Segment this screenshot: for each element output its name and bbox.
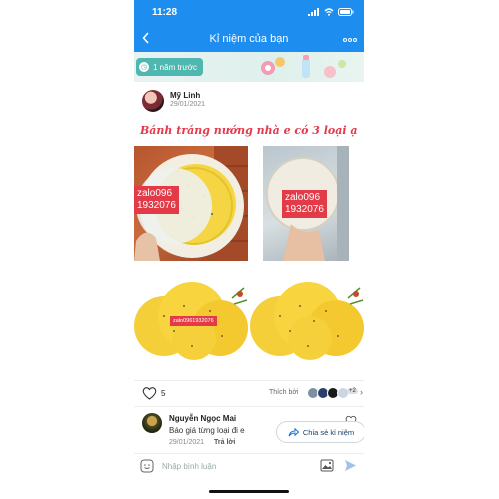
more-likers-badge[interactable]: +2	[347, 388, 358, 394]
watermark-text-1a: zalo096	[137, 188, 173, 199]
share-button-label: Chia sẻ kỉ niệm	[302, 427, 355, 437]
sticker-button[interactable]	[140, 459, 154, 478]
photo-button[interactable]	[320, 459, 334, 477]
watermark: zalo096 1932076	[282, 190, 327, 218]
watermark: zalo0961932076	[170, 316, 217, 326]
page-title: Kỉ niệm của bạn	[209, 33, 289, 45]
comment-item: Nguyễn Ngọc Mai Báo giá từng loại đi e 2…	[142, 413, 364, 453]
header-bar: Kỉ niệm của bạn	[134, 26, 364, 52]
status-icons	[308, 8, 354, 16]
baby-toys-illustration	[261, 55, 346, 78]
more-options-button[interactable]	[343, 33, 357, 45]
time-ago-badge: ◷ 1 năm trước	[136, 58, 203, 76]
watermark-text-2b: 1932076	[285, 204, 324, 215]
phone-screen: 11:28 Kỉ niệm của bạn ◷ 1 năm trước Mỹ L…	[134, 0, 364, 499]
like-button[interactable]	[142, 386, 157, 405]
post-date: 29/01/2021	[170, 101, 206, 108]
watermark: zalo096 1932076	[134, 186, 179, 214]
divider	[134, 406, 364, 407]
share-arrow-icon	[288, 427, 299, 436]
divider	[134, 380, 364, 381]
memory-banner: ◷ 1 năm trước	[134, 52, 364, 82]
battery-icon	[338, 8, 354, 16]
share-memory-button[interactable]: Chia sẻ kỉ niệm	[276, 421, 364, 443]
post-caption: Bánh tráng nướng nhà e có 3 loại ạ	[140, 124, 358, 137]
heart-icon	[142, 387, 157, 400]
watermark-text-2a: zalo096	[285, 192, 321, 203]
avatar[interactable]	[142, 413, 162, 433]
post-photo-1[interactable]: zalo096 1932076	[134, 146, 248, 261]
reply-link[interactable]: Trả lời	[214, 439, 235, 446]
image-icon	[320, 459, 334, 472]
status-time: 11:28	[152, 7, 178, 18]
comment-date: 29/01/2021	[169, 439, 205, 446]
divider	[134, 453, 364, 454]
like-count: 5	[161, 389, 166, 398]
post-photo-4[interactable]	[250, 276, 364, 362]
post-photo-3[interactable]: zalo0961932076	[134, 276, 248, 362]
home-indicator	[209, 490, 289, 493]
comment-input-bar: Nhập bình luận	[134, 456, 364, 478]
time-ago-label: 1 năm trước	[153, 62, 197, 72]
status-bar: 11:28	[134, 0, 364, 26]
more-dots-icon	[343, 38, 357, 42]
send-button[interactable]	[344, 459, 357, 477]
send-icon	[345, 460, 356, 471]
reactions-row: 5 Thích bởi +2 ›	[142, 386, 363, 405]
chevron-right-icon[interactable]: ›	[360, 387, 363, 397]
signal-icon	[308, 8, 319, 16]
comment-text: Báo giá từng loại đi e	[169, 426, 245, 435]
author-name[interactable]: Mỹ Linh	[170, 91, 200, 100]
wifi-icon	[324, 8, 334, 16]
liked-by-label[interactable]: Thích bởi	[269, 389, 299, 396]
avatar[interactable]	[142, 90, 164, 112]
post-author[interactable]: Mỹ Linh 29/01/2021	[142, 90, 356, 114]
comment-input[interactable]: Nhập bình luận	[162, 462, 216, 471]
post-photo-2[interactable]: zalo096 1932076	[263, 146, 349, 261]
sticker-icon	[140, 459, 154, 473]
yellow-rice-paper-image	[250, 282, 364, 360]
comment-author[interactable]: Nguyễn Ngọc Mai	[169, 414, 236, 423]
watermark-text-1b: 1932076	[137, 200, 176, 211]
watermark-text-3: zalo0961932076	[173, 318, 214, 324]
clock-icon: ◷	[139, 62, 149, 72]
